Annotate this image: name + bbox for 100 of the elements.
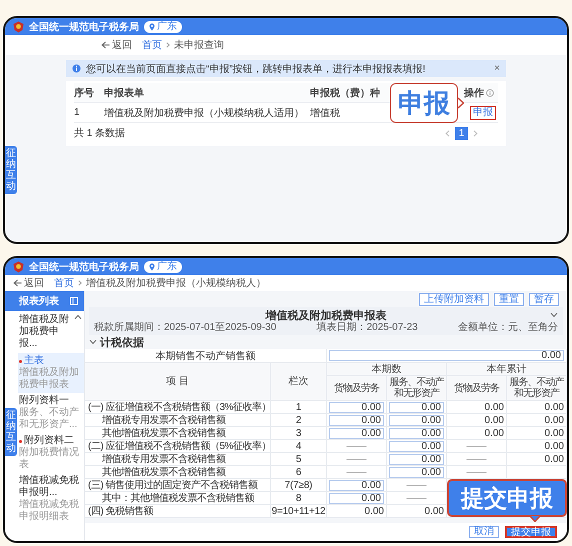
item-title: 主表 bbox=[24, 355, 44, 366]
column-header: 货物及劳务 bbox=[447, 376, 507, 401]
line-number: 7(7≥8) bbox=[271, 479, 327, 492]
caret-up-icon[interactable] bbox=[74, 314, 82, 320]
row-label: 其中：其他增值税发票不含税销售额 bbox=[85, 492, 271, 505]
page-button[interactable]: 1 bbox=[455, 126, 468, 140]
line-number: 6 bbox=[271, 466, 327, 479]
breadcrumb-link[interactable]: 首页 bbox=[142, 38, 162, 52]
sidebar-item[interactable]: 附列资料二 附加税费情况表 bbox=[18, 433, 84, 473]
callout-bubble: 申报 bbox=[390, 83, 458, 123]
form-title: 增值税及附加税费申报表 bbox=[266, 308, 386, 322]
row-label: (三) 销售使用过的固定资产不含税销售额 bbox=[85, 479, 271, 492]
toolbar-button[interactable]: 重置 bbox=[494, 292, 524, 306]
cancel-button[interactable]: 取消 bbox=[469, 526, 499, 538]
sidebar-item[interactable]: 增值税减免税申报明... 增值税减免税申报明细表 bbox=[18, 473, 84, 525]
sidebar-title: 报表列表 bbox=[19, 294, 59, 308]
column-header: 本年累计 bbox=[447, 363, 567, 376]
column-header: 货物及劳务 bbox=[327, 376, 387, 401]
sidebar-group[interactable]: 增值税及附加税费申报... bbox=[19, 314, 72, 350]
amount-field[interactable]: 0.00 bbox=[389, 440, 444, 452]
item-title: 增值税减免税申报明... bbox=[19, 475, 80, 498]
chevron-down-icon[interactable] bbox=[550, 312, 558, 318]
amount-field[interactable]: 0.00 bbox=[329, 492, 384, 504]
item-subtitle: 附加税费情况表 bbox=[19, 447, 80, 471]
item-subtitle: 增值税减免税申报明细表 bbox=[19, 499, 80, 523]
breadcrumb-current: 未申报查询 bbox=[174, 38, 224, 52]
region-selector[interactable]: 广东 bbox=[144, 20, 182, 32]
info-icon bbox=[486, 88, 494, 96]
item-title: 附列资料一 bbox=[19, 395, 69, 407]
line-number: 5 bbox=[271, 453, 327, 466]
line-number: 1 bbox=[271, 401, 327, 414]
amount-field[interactable]: 0.00 bbox=[329, 350, 564, 361]
section-title: 计税依据 bbox=[100, 336, 144, 350]
sidebar-item[interactable]: 主表 增值税及附加税费申报表 bbox=[18, 353, 84, 393]
row-label: 增值税专用发票不含税销售额 bbox=[85, 453, 271, 466]
dash-text: —— bbox=[346, 466, 366, 478]
column-header: 服务、不动产和无形资产 bbox=[387, 376, 447, 401]
sidebar-item[interactable]: 附列资料一 服务、不动产和无形资产... bbox=[18, 393, 84, 433]
back-link[interactable]: 返回 bbox=[101, 38, 132, 52]
breadcrumb-separator-icon bbox=[166, 42, 170, 48]
amount-value: 0.00 bbox=[364, 506, 384, 516]
info-icon bbox=[72, 64, 81, 73]
site-title: 全国统一规范电子税务局 bbox=[29, 20, 139, 34]
amount-field[interactable]: 0.00 bbox=[329, 480, 384, 490]
column-header: 项 目 bbox=[85, 363, 271, 401]
column-header: 申报表单 bbox=[104, 83, 310, 103]
amount-field[interactable]: 0.00 bbox=[389, 402, 444, 412]
item-subtitle: 服务、不动产和无形资产... bbox=[19, 407, 80, 431]
amount-field[interactable]: 0.00 bbox=[329, 414, 384, 426]
breadcrumb-link[interactable]: 首页 bbox=[54, 276, 74, 290]
row-label: 其他增值税发票不含税销售额 bbox=[85, 427, 271, 440]
dash-text: —— bbox=[466, 440, 486, 452]
dash-text: —— bbox=[466, 466, 486, 478]
emblem-icon bbox=[13, 260, 24, 272]
amount-value: 0.00 bbox=[544, 440, 564, 452]
callout-pointer bbox=[529, 516, 541, 522]
amount-value: 0.00 bbox=[544, 414, 564, 426]
declare-link[interactable]: 申报 bbox=[470, 106, 496, 120]
row-label: (二) 应征增值税不含税销售额（5%征收率） bbox=[85, 440, 271, 453]
amount-value: 0.00 bbox=[484, 402, 504, 412]
back-arrow-icon bbox=[13, 279, 22, 287]
row-label: 增值税专用发票不含税销售额 bbox=[85, 414, 271, 427]
toolbar-button[interactable]: 上传附加资料 bbox=[419, 292, 489, 306]
dash-text: —— bbox=[346, 454, 366, 464]
line-number: 2 bbox=[271, 414, 327, 427]
location-pin-icon bbox=[149, 22, 155, 30]
amount-field[interactable]: 0.00 bbox=[389, 454, 444, 464]
table-cell: 1 bbox=[74, 103, 104, 123]
row-label: 其他增值税发票不含税销售额 bbox=[85, 466, 271, 479]
line-number: 8 bbox=[271, 492, 327, 505]
submit-button[interactable]: 提交申报 bbox=[505, 526, 557, 538]
tax-period: 税款所属期间：2025-07-01至2025-09-30 bbox=[94, 322, 276, 334]
item-title: 附列资料二 bbox=[24, 435, 74, 446]
row-label: (一) 应征增值税不含税销售额（3%征收率） bbox=[85, 401, 271, 414]
amount-value: 0.00 bbox=[484, 414, 504, 426]
amount-field[interactable]: 0.00 bbox=[329, 428, 384, 438]
amount-field[interactable]: 0.00 bbox=[389, 466, 444, 478]
breadcrumb-current: 增值税及附加税费申报（小规模纳税人） bbox=[86, 276, 266, 290]
toolbar-button[interactable]: 暂存 bbox=[529, 292, 559, 306]
side-tab[interactable]: 征纳互动 bbox=[5, 146, 17, 194]
site-title: 全国统一规范电子税务局 bbox=[29, 260, 139, 274]
caret-down-icon[interactable] bbox=[89, 339, 97, 345]
back-link[interactable]: 返回 bbox=[13, 276, 44, 290]
callout-bubble: 提交申报 bbox=[447, 479, 567, 517]
side-tab[interactable]: 征纳互动 bbox=[5, 408, 17, 456]
amount-value: 0.00 bbox=[544, 454, 564, 464]
collapse-icon[interactable] bbox=[70, 297, 78, 305]
amount-field[interactable]: 0.00 bbox=[329, 402, 384, 412]
column-header: 栏次 bbox=[271, 363, 327, 401]
amount-field[interactable]: 0.00 bbox=[389, 428, 444, 438]
amount-field[interactable]: 0.00 bbox=[389, 414, 444, 426]
close-button[interactable]: × bbox=[494, 63, 500, 74]
dash-text: —— bbox=[406, 492, 426, 504]
column-header: 操作 bbox=[464, 86, 484, 100]
region-selector[interactable]: 广东 bbox=[144, 260, 182, 272]
record-count: 共 1 条数据 bbox=[74, 126, 126, 140]
dash-text: —— bbox=[406, 480, 426, 490]
notice-text: 您可以在当前页面直接点击“申报”按钮，跳转申报表单，进行本申报报表填报! bbox=[86, 62, 426, 76]
breadcrumb-separator-icon bbox=[78, 280, 82, 286]
line-number: 9=10+11+12 bbox=[271, 505, 327, 518]
